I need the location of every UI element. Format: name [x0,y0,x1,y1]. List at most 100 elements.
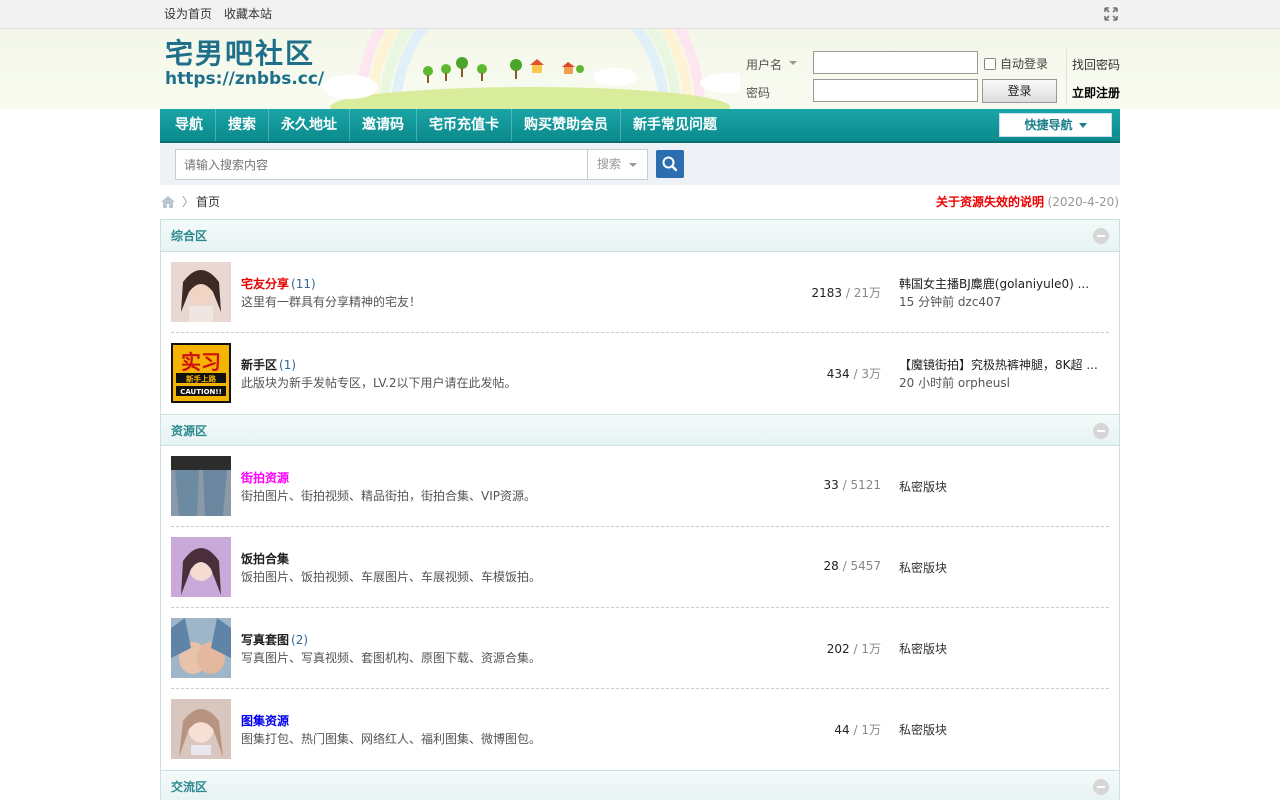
forum-stats: 44 / 1万 [834,721,881,738]
category-header: 交流区 [161,770,1119,800]
forum-thumbnail[interactable]: 实习 新手上路 CAUTION!! [171,343,231,403]
chevron-down-icon [629,163,637,167]
forum-stats: 434 / 3万 [827,365,881,382]
nav-item-search[interactable]: 搜索 [216,109,269,141]
forum-description: 饭拍图片、饭拍视频、车展图片、车展视频、车模饭拍。 [241,570,542,584]
forum-description: 街拍图片、街拍视频、精品街拍，街拍合集、VIP资源。 [241,489,536,503]
category-title[interactable]: 资源区 [171,415,207,447]
nav-item-sponsor[interactable]: 购买赞助会员 [512,109,621,141]
forum-description: 图集打包、热门图集、网络红人、福利图集、微博图包。 [241,732,542,746]
nav-item-guide[interactable]: 导航 [163,109,216,141]
forum-description: 这里有一群具有分享精神的宅友！ [241,295,422,309]
forum-description: 此版块为新手发帖专区，LV.2以下用户请在此发帖。 [241,376,517,390]
forum-title[interactable]: 饭拍合集 [241,550,291,567]
username-input[interactable] [813,51,978,74]
forum-name[interactable]: 新手区 [241,358,277,372]
username-label: 用户名 [746,58,783,72]
forum-thumbnail[interactable] [171,537,231,597]
search-bar: 搜索 [160,143,1120,185]
last-post-meta[interactable]: 20 小时前 orpheusl [899,374,1010,391]
checkbox-box[interactable] [984,57,996,70]
username-type-caret-icon[interactable] [789,61,797,65]
fullscreen-icon[interactable] [1104,7,1118,21]
today-count: (11) [291,277,316,291]
forum-name[interactable]: 街拍资源 [241,471,289,485]
nav-item-invite-code[interactable]: 邀请码 [350,109,417,141]
forum-title[interactable]: 图集资源 [241,712,291,729]
forum-stats: 33 / 5121 [824,478,882,492]
private-forum-label: 私密版块 [899,561,948,575]
bookmark-link[interactable]: 收藏本站 [220,0,272,28]
forum-stats: 2183 / 21万 [812,284,882,301]
search-type-label: 搜索 [597,157,622,171]
forum-thumbnail[interactable] [171,618,231,678]
chevron-down-icon [1078,123,1087,128]
forum-board: 综合区 宅友分享 (11) 这里有一群具有分享精神的宅友！ 2183 / 21万 … [160,219,1120,800]
forum-stats: 28 / 5457 [824,559,882,573]
breadcrumb-home[interactable]: 首页 [196,185,220,219]
last-post-meta[interactable]: 15 分钟前 dzc407 [899,293,1001,310]
category-header: 综合区 [161,220,1119,252]
quick-nav-button[interactable]: 快捷导航 [999,113,1112,137]
thread-count: 434 [826,367,850,381]
forum-row: 街拍资源 街拍图片、街拍视频、精品街拍，街拍合集、VIP资源。 33 / 512… [171,446,1109,527]
password-input[interactable] [813,79,978,102]
nav-item-recharge[interactable]: 宅币充值卡 [417,109,512,141]
thread-count: 28 [823,559,839,573]
category-header: 资源区 [161,414,1119,446]
home-icon[interactable] [160,195,176,209]
search-input[interactable] [176,150,647,179]
breadcrumb: 〉 首页 关于资源失效的说明 (2020-4-20) [160,185,1120,219]
today-count: (2) [291,633,309,647]
nav-item-permanent-url[interactable]: 永久地址 [269,109,350,141]
forum-title[interactable]: 新手区 (1) [241,356,296,373]
collapse-icon[interactable] [1093,228,1109,244]
forum-row: 宅友分享 (11) 这里有一群具有分享精神的宅友！ 2183 / 21万 韩国女主… [171,252,1109,333]
post-count: / 21万 [842,286,881,300]
forum-name[interactable]: 图集资源 [241,714,289,728]
forum-title[interactable]: 街拍资源 [241,469,291,486]
site-logo[interactable]: 宅男吧社区 https://znbbs.cc/ [165,37,325,90]
private-forum-label: 私密版块 [899,723,948,737]
forum-name[interactable]: 写真套图 [241,633,289,647]
forum-title[interactable]: 写真套图 (2) [241,631,308,648]
search-type-select[interactable]: 搜索 [587,149,648,180]
collapse-icon[interactable] [1093,423,1109,439]
post-count: / 1万 [849,642,882,656]
collapse-icon[interactable] [1093,779,1109,795]
search-button[interactable] [656,150,684,178]
logo-text: 宅男吧社区 [165,37,316,70]
announcement-link[interactable]: 关于资源失效的说明 [936,185,1044,219]
forum-thumbnail[interactable] [171,262,231,322]
forum-thumbnail[interactable] [171,456,231,516]
private-forum-label: 私密版块 [899,480,948,494]
last-post-title[interactable]: 【魔镜街拍】究极热裤神腿，8K超 ... [899,356,1119,373]
forum-name[interactable]: 饭拍合集 [241,552,289,566]
category-title[interactable]: 综合区 [171,220,207,252]
thread-count: 33 [823,478,839,492]
forum-title[interactable]: 宅友分享 (11) [241,275,316,292]
nav-item-faq[interactable]: 新手常见问题 [621,109,729,141]
thread-count: 202 [826,642,850,656]
post-count: / 1万 [849,723,882,737]
login-button[interactable]: 登录 [982,79,1057,103]
forum-row: 饭拍合集 饭拍图片、饭拍视频、车展图片、车展视频、车模饭拍。 28 / 5457… [171,527,1109,608]
post-count: / 5121 [838,478,881,492]
set-home-link[interactable]: 设为首页 [160,0,212,28]
login-divider [1066,49,1067,105]
register-link[interactable]: 立即注册 [1072,84,1120,101]
find-password-link[interactable]: 找回密码 [1072,56,1120,73]
top-bar: 设为首页 收藏本站 [0,0,1280,29]
today-count: (1) [279,358,297,372]
forum-name[interactable]: 宅友分享 [241,277,289,291]
svg-text:新手上路: 新手上路 [186,374,216,384]
last-post-title[interactable]: 韩国女主播BJ麋鹿(golaniyule0) ... [899,275,1119,292]
banner-rainbow-art [322,29,740,109]
forum-thumbnail[interactable] [171,699,231,759]
logo-url: https://znbbs.cc/ [165,69,325,89]
login-form: 用户名 密码 自动登录 登录 找回密码 立即注册 [746,49,1120,109]
forum-row: 图集资源 图集打包、热门图集、网络红人、福利图集、微博图包。 44 / 1万 私… [171,689,1109,770]
category-title[interactable]: 交流区 [171,771,207,800]
auto-login-checkbox[interactable]: 自动登录 [984,55,1048,72]
thread-count: 44 [834,723,850,737]
